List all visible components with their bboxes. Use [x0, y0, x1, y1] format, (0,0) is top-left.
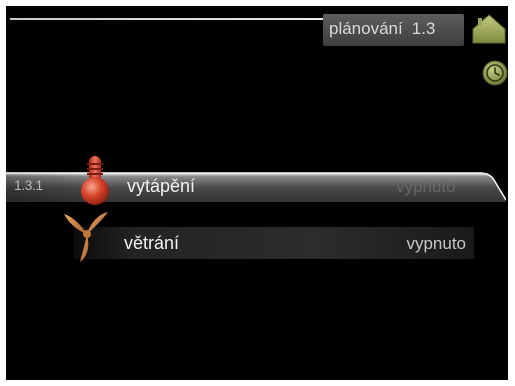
menu-item-label: větrání: [124, 233, 180, 253]
menu-item-index: 1.3.1: [14, 177, 43, 193]
menu-item-status: vypnuto: [406, 234, 466, 253]
menu-item-ventilation[interactable]: větrání vypnuto: [74, 227, 474, 259]
thermometer-icon: [81, 156, 109, 205]
display-screen: plánování 1.3 1.3.1 vytápění vypnuto vět…: [6, 6, 508, 380]
page-title: plánování 1.3: [329, 19, 435, 39]
menu-title-box: plánování 1.3: [323, 14, 464, 46]
menu-number: 1.3: [411, 19, 436, 38]
fan-icon: [64, 212, 108, 262]
clock-icon[interactable]: [482, 60, 508, 86]
menu-title: plánování: [329, 19, 403, 38]
header-divider: [10, 18, 325, 20]
home-icon[interactable]: [472, 14, 506, 44]
menu-item-label: vytápění: [127, 176, 196, 196]
menu-item-status: vypnuto: [396, 177, 456, 196]
